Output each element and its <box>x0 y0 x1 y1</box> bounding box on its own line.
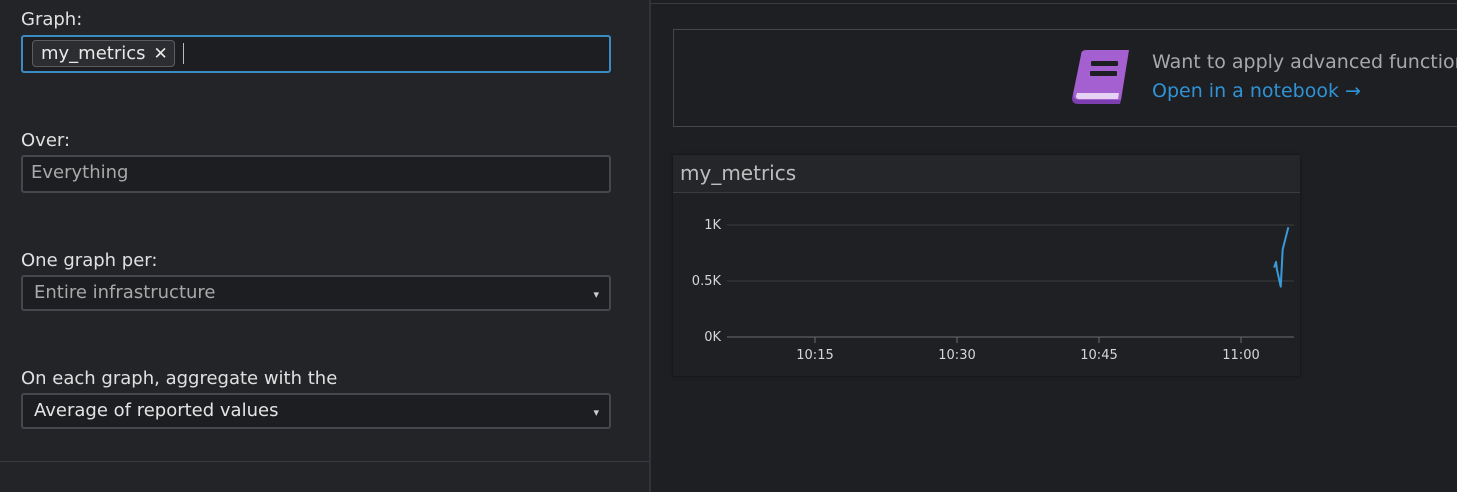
open-notebook-link[interactable]: Open in a notebook → <box>1152 80 1361 102</box>
preview-panel: Want to apply advanced functions Open in… <box>651 0 1457 492</box>
text-cursor <box>183 43 184 64</box>
one-graph-per-label: One graph per: <box>21 250 158 271</box>
remove-tag-icon[interactable]: ✕ <box>154 44 168 64</box>
aggregate-value: Average of reported values <box>34 400 279 421</box>
graph-preview: my_metrics 1K 0.5K 0K 10:15 10:30 10:45 11:00 <box>673 155 1300 376</box>
one-graph-per-value: Entire infrastructure <box>34 282 216 303</box>
x-tick-label: 10:45 <box>1080 348 1117 363</box>
graph-label: Graph: <box>21 9 83 30</box>
top-divider <box>651 3 1457 4</box>
over-label: Over: <box>21 130 71 151</box>
metric-tag[interactable]: my_metrics ✕ <box>32 40 175 67</box>
y-tick-label: 1K <box>704 218 721 233</box>
notebook-prompt: Want to apply advanced functions <box>1152 51 1457 73</box>
series-line[interactable] <box>1273 226 1290 288</box>
x-tick-label: 11:00 <box>1222 348 1259 363</box>
graph-body: 1K 0.5K 0K 10:15 10:30 10:45 11:00 <box>673 193 1300 376</box>
graph-title: my_metrics <box>680 161 797 185</box>
over-placeholder: Everything <box>31 162 129 183</box>
x-tick-label: 10:30 <box>938 348 975 363</box>
query-editor-panel: Graph: my_metrics ✕ Over: Everything One … <box>0 0 649 492</box>
metric-tag-label: my_metrics <box>41 43 146 64</box>
graph-metric-input[interactable]: my_metrics ✕ <box>21 35 611 73</box>
y-tick-label: 0K <box>704 330 721 345</box>
line-chart: 1K 0.5K 0K 10:15 10:30 10:45 11:00 <box>692 218 1294 363</box>
notebook-icon <box>1072 50 1129 104</box>
notebook-banner: Want to apply advanced functions Open in… <box>673 29 1457 127</box>
y-tick-label: 0.5K <box>692 274 722 289</box>
aggregate-label: On each graph, aggregate with the <box>21 368 338 389</box>
chevron-down-icon: ▾ <box>593 406 599 419</box>
bottom-divider <box>0 461 649 462</box>
over-input[interactable]: Everything <box>21 155 611 193</box>
one-graph-per-select[interactable]: Entire infrastructure ▾ <box>21 275 611 311</box>
chevron-down-icon: ▾ <box>593 288 599 301</box>
x-tick-label: 10:15 <box>796 348 833 363</box>
aggregate-select[interactable]: Average of reported values ▾ <box>21 393 611 429</box>
